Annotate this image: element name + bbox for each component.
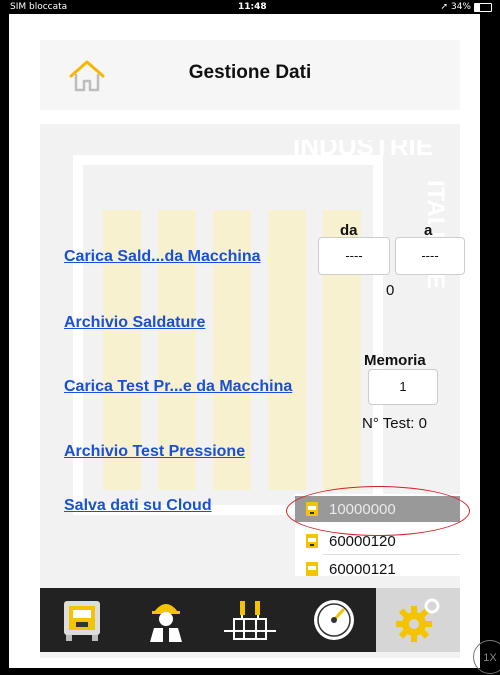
range-count: 0 — [386, 282, 395, 299]
header-separator — [40, 110, 460, 124]
page-title: Gestione Dati — [188, 62, 312, 83]
clock: 11:48 — [238, 2, 267, 12]
range-from-field[interactable]: ---- — [318, 237, 390, 275]
tab-welding-machine[interactable] — [40, 588, 124, 652]
save-to-cloud-link[interactable]: Salva dati su Cloud — [64, 497, 212, 515]
range-to-field[interactable]: ---- — [395, 237, 465, 275]
selection-highlight-ellipse — [286, 486, 470, 536]
status-right: ➚ 34% — [440, 2, 492, 12]
tab-operator[interactable] — [124, 588, 208, 652]
settings-gear-icon — [396, 598, 440, 642]
location-arrow-icon: ➚ — [440, 2, 448, 12]
tab-settings[interactable] — [376, 588, 460, 652]
memory-label: Memoria — [364, 352, 426, 369]
load-welds-link[interactable]: Carica Sald...da Macchina — [64, 248, 261, 266]
welds-archive-link[interactable]: Archivio Saldature — [64, 314, 205, 332]
load-pressure-tests-link[interactable]: Carica Test Pr...e da Macchina — [64, 378, 292, 396]
picker-item[interactable]: 60000121 — [295, 556, 460, 576]
status-bar: SIM bloccata 11:48 ➚ 34% — [0, 0, 500, 14]
worker-icon — [150, 604, 182, 642]
pressure-tests-archive-link[interactable]: Archivio Test Pressione — [64, 443, 245, 461]
tab-pressure-test[interactable] — [292, 588, 376, 652]
memory-field[interactable]: 1 — [368, 369, 438, 405]
tab-fitting[interactable] — [208, 588, 292, 652]
pipe-fitting-icon — [224, 601, 276, 640]
tab-bar — [40, 588, 460, 652]
carrier-label: SIM bloccata — [10, 2, 68, 12]
test-count: N° Test: 0 — [362, 415, 427, 432]
welding-machine-icon — [305, 533, 319, 549]
watermark-word-1: INDUSTRIE — [293, 140, 433, 161]
battery-percentage: 34% — [450, 2, 471, 12]
header: Gestione Dati — [40, 40, 460, 110]
welding-machine-icon — [305, 561, 319, 576]
welding-machine-icon — [64, 601, 100, 641]
battery-icon — [474, 2, 492, 12]
picker-divider — [323, 554, 460, 555]
pressure-gauge-icon — [314, 600, 354, 640]
zoom-indicator[interactable]: 1X — [473, 640, 500, 674]
